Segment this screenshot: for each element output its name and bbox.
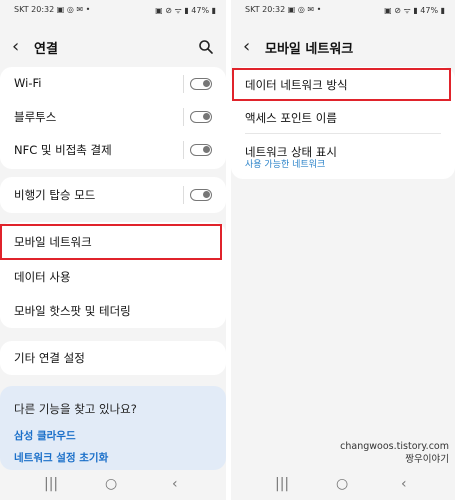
row-hotspot-tethering[interactable]: 모바일 핫스팟 및 테더링: [0, 296, 226, 326]
watermark-url: changwoos.tistory.com: [340, 441, 449, 452]
wireless-card: Wi-Fi 블루투스 NFC 및 비접촉 결제: [0, 67, 226, 169]
apn-label: 액세스 포인트 이름: [245, 111, 337, 125]
row-wifi[interactable]: Wi-Fi: [0, 69, 226, 99]
samsung-cloud-link[interactable]: 삼성 클라우드: [14, 428, 76, 443]
toggle-knob: [203, 146, 210, 153]
page-title: 모바일 네트워크: [265, 42, 354, 57]
nfc-toggle[interactable]: [190, 144, 212, 156]
network-status-sub: 사용 가능한 네트워크: [245, 160, 326, 170]
airplane-mode-label: 비행기 탑승 모드: [14, 188, 96, 202]
bluetooth-toggle[interactable]: [190, 111, 212, 123]
highlight-box: [232, 68, 451, 101]
divider: [183, 141, 184, 159]
recent-apps-icon[interactable]: |||: [44, 476, 58, 492]
status-left: SKT 20:32 ▣ ◎ ✉ •: [245, 5, 322, 14]
toggle-knob: [203, 113, 210, 120]
bluetooth-label: 블루투스: [14, 110, 57, 124]
watermark: changwoos.tistory.com 짱우이야기: [340, 440, 449, 466]
status-bar: SKT 20:32 ▣ ◎ ✉ • ▣ ⊘ ᯤ ▮ 47% ▮: [231, 5, 455, 19]
nfc-label: NFC 및 비접촉 결제: [14, 143, 112, 157]
watermark-blog: 짱우이야기: [405, 454, 449, 465]
connections-screen: SKT 20:32 ▣ ◎ ✉ • ▣ ⊘ ᯤ ▮ 47% ▮ ‹ 연결 Wi-…: [0, 0, 226, 500]
airplane-card: 비행기 탑승 모드: [0, 177, 226, 213]
row-access-point-names[interactable]: 액세스 포인트 이름: [231, 103, 455, 133]
back-arrow-icon[interactable]: ‹: [243, 36, 250, 58]
highlight-box: [0, 224, 222, 260]
divider: [183, 186, 184, 204]
status-left: SKT 20:32 ▣ ◎ ✉ •: [14, 5, 91, 14]
recent-apps-icon[interactable]: |||: [275, 476, 289, 492]
status-right: ▣ ⊘ ᯤ ▮ 47% ▮: [384, 6, 445, 15]
title-bar: ‹ 모바일 네트워크: [231, 36, 455, 58]
back-icon[interactable]: ‹: [172, 476, 178, 492]
mobile-network-screen: SKT 20:32 ▣ ◎ ✉ • ▣ ⊘ ᯤ ▮ 47% ▮ ‹ 모바일 네트…: [231, 0, 455, 500]
toggle-knob: [203, 80, 210, 87]
home-icon[interactable]: ○: [105, 476, 117, 492]
row-airplane-mode[interactable]: 비행기 탑승 모드: [0, 180, 226, 210]
suggestion-card: 다른 기능을 찾고 있나요? 삼성 클라우드 네트워크 설정 초기화: [0, 386, 226, 470]
row-data-usage[interactable]: 데이터 사용: [0, 262, 226, 292]
divider: [183, 75, 184, 93]
search-icon[interactable]: [198, 39, 214, 55]
row-network-status[interactable]: 네트워크 상태 표시 사용 가능한 네트워크: [231, 137, 455, 177]
toggle-knob: [203, 191, 210, 198]
row-nfc[interactable]: NFC 및 비접촉 결제: [0, 135, 226, 165]
home-icon[interactable]: ○: [336, 476, 348, 492]
hotspot-label: 모바일 핫스팟 및 테더링: [14, 304, 131, 318]
row-bluetooth[interactable]: 블루투스: [0, 102, 226, 132]
title-bar: ‹ 연결: [0, 36, 226, 58]
status-right: ▣ ⊘ ᯤ ▮ 47% ▮: [155, 6, 216, 15]
nav-bar: ||| ○ ‹: [231, 472, 455, 500]
page-title: 연결: [34, 42, 58, 57]
nav-bar: ||| ○ ‹: [0, 472, 226, 500]
more-settings-card: 기타 연결 설정: [0, 341, 226, 375]
wifi-label: Wi-Fi: [14, 76, 42, 90]
more-settings-label: 기타 연결 설정: [14, 351, 85, 365]
divider: [245, 133, 441, 134]
row-more-connection-settings[interactable]: 기타 연결 설정: [0, 343, 226, 373]
back-arrow-icon[interactable]: ‹: [12, 36, 19, 58]
airplane-mode-toggle[interactable]: [190, 189, 212, 201]
back-icon[interactable]: ‹: [401, 476, 407, 492]
reset-network-link[interactable]: 네트워크 설정 초기화: [14, 450, 108, 465]
wifi-toggle[interactable]: [190, 78, 212, 90]
status-bar: SKT 20:32 ▣ ◎ ✉ • ▣ ⊘ ᯤ ▮ 47% ▮: [0, 5, 226, 19]
divider: [183, 108, 184, 126]
suggest-question: 다른 기능을 찾고 있나요?: [14, 402, 137, 416]
data-usage-label: 데이터 사용: [14, 270, 71, 284]
